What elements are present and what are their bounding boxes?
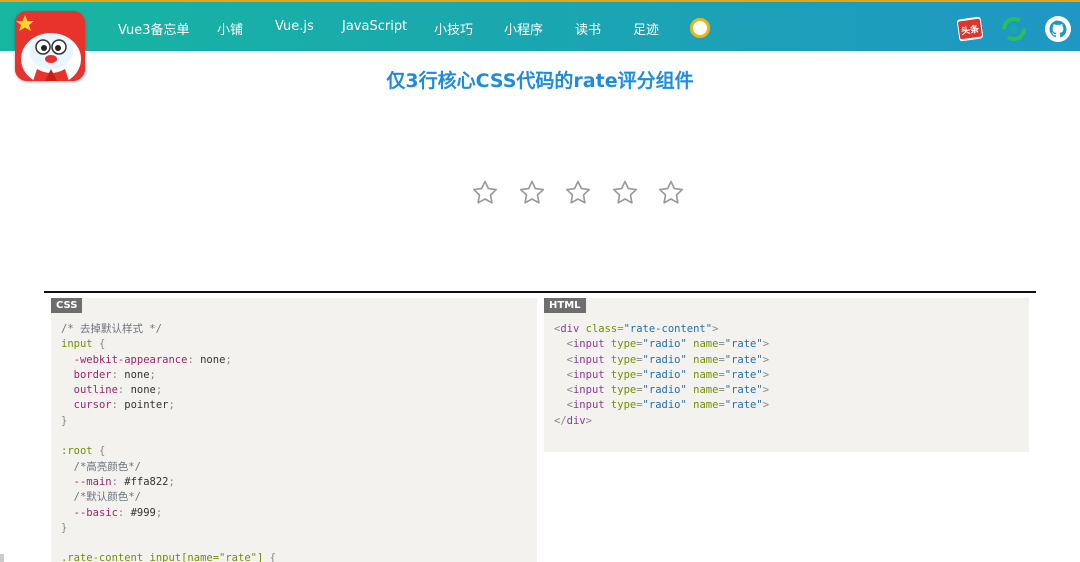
scrollbar-handle[interactable] <box>0 554 4 562</box>
nav-item-reading[interactable]: 读书 <box>575 19 601 38</box>
html-code-panel: HTML <div class="rate-content"> <input t… <box>544 298 1029 452</box>
html-code-block: <div class="rate-content"> <input type="… <box>554 323 770 427</box>
css-panel-tag: CSS <box>51 298 83 313</box>
rate-star-3[interactable] <box>563 178 593 208</box>
nav-item-footprints[interactable]: 足迹 <box>633 19 659 38</box>
nav-item-miniprogram[interactable]: 小程序 <box>504 19 543 38</box>
nav-item-shop[interactable]: 小铺 <box>217 19 243 38</box>
star-outline-icon <box>519 180 544 204</box>
star-outline-icon <box>473 180 497 204</box>
nav-item-javascript[interactable]: JavaScript <box>342 19 407 34</box>
github-icon[interactable] <box>1044 15 1072 43</box>
top-navbar: Vue3备忘单 小铺 Vue.js JavaScript 小技巧 小程序 读书 … <box>0 0 1080 51</box>
star-outline-icon <box>612 180 637 204</box>
rate-star-4[interactable] <box>610 178 640 208</box>
rate-star-2[interactable] <box>517 178 547 208</box>
star-outline-icon <box>659 180 683 204</box>
star-outline-icon <box>566 180 590 204</box>
refresh-icon[interactable] <box>1000 15 1028 43</box>
page-title: 仅3行核心CSS代码的rate评分组件 <box>386 70 694 92</box>
mascot-logo-icon[interactable] <box>15 11 85 81</box>
css-code-panel: CSS /* 去掉默认样式 */ input { -webkit-appeara… <box>51 298 537 562</box>
toutiao-icon[interactable]: 头条 <box>956 15 984 43</box>
theme-toggle-icon[interactable] <box>690 18 710 38</box>
rate-star-5[interactable] <box>656 178 686 208</box>
nav-item-tips[interactable]: 小技巧 <box>434 19 473 38</box>
nav-item-vuejs[interactable]: Vue.js <box>275 19 314 34</box>
rate-star-1[interactable] <box>470 178 500 208</box>
nav-item-vue3-cheatsheet[interactable]: Vue3备忘单 <box>118 19 190 38</box>
section-divider <box>44 291 1036 293</box>
css-code-block: /* 去掉默认样式 */ input { -webkit-appearance:… <box>61 323 276 562</box>
html-panel-tag: HTML <box>544 298 586 313</box>
